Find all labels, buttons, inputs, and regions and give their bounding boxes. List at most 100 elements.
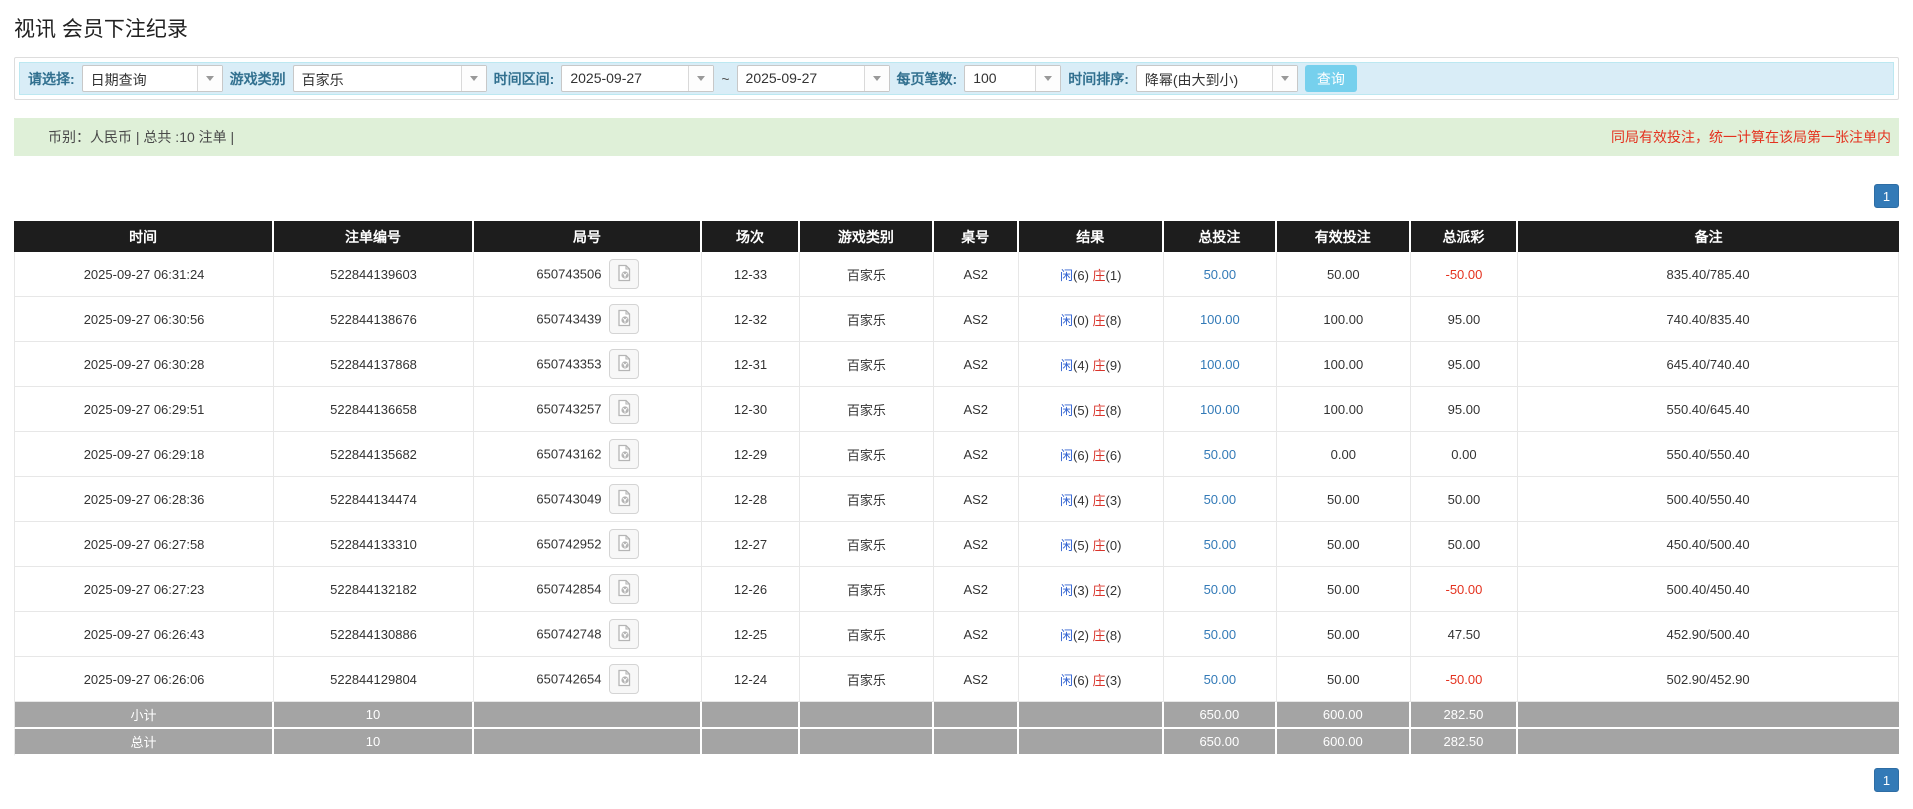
total-bet-link[interactable]: 50.00: [1204, 537, 1237, 552]
video-record-button[interactable]: [609, 349, 639, 379]
total-row-cell: [800, 729, 934, 756]
subtotal-row-payout: 282.50: [1444, 707, 1484, 722]
cell-time-text: 2025-09-27 06:30:28: [84, 357, 205, 372]
total-bet-link[interactable]: 100.00: [1200, 357, 1240, 372]
total-bet-link[interactable]: 50.00: [1204, 492, 1237, 507]
video-record-button[interactable]: [609, 574, 639, 604]
chevron-down-icon[interactable]: [1035, 66, 1060, 91]
video-record-button[interactable]: [609, 304, 639, 334]
video-record-button[interactable]: [609, 529, 639, 559]
total-row-cell: [702, 729, 800, 756]
cell-bet-number-text: 522844134474: [330, 492, 417, 507]
video-record-icon: [615, 354, 633, 375]
round-number-text: 650743257: [536, 402, 601, 417]
cell-game-type: 百家乐: [800, 477, 934, 522]
total-bet-link[interactable]: 50.00: [1204, 627, 1237, 642]
total-bet-link[interactable]: 50.00: [1204, 582, 1237, 597]
chevron-down-icon[interactable]: [864, 66, 889, 91]
cell-game-type-text: 百家乐: [847, 673, 886, 688]
video-record-button[interactable]: [609, 484, 639, 514]
cell-table-number: AS2: [934, 567, 1019, 612]
game-type-combo[interactable]: 百家乐: [293, 65, 487, 92]
table-header: 时间注单编号局号场次游戏类别桌号结果总投注有效投注总派彩备注: [14, 221, 1899, 252]
total-row-cell: 总计: [14, 729, 274, 756]
cell-total-payout: -50.00: [1411, 567, 1518, 612]
cell-valid-bet-text: 50.00: [1327, 672, 1360, 687]
cell-total-payout: 47.50: [1411, 612, 1518, 657]
payout-value: 50.00: [1448, 537, 1481, 552]
subtotal-row-cell: [934, 702, 1019, 729]
total-bet-link[interactable]: 50.00: [1204, 267, 1237, 282]
total-bet-link[interactable]: 50.00: [1204, 447, 1237, 462]
date-from-combo[interactable]: 2025-09-27: [561, 65, 714, 92]
video-record-icon: [615, 534, 633, 555]
cell-note-text: 452.90/500.40: [1667, 627, 1750, 642]
cell-bet-number-text: 522844137868: [330, 357, 417, 372]
search-button[interactable]: 查询: [1305, 65, 1357, 92]
page: 视讯 会员下注纪录 请选择: 日期查询 游戏类别 百家乐 时间区间: 2025-…: [0, 13, 1913, 792]
round-number-text: 650742748: [536, 627, 601, 642]
player-result-label: 闲: [1060, 403, 1073, 418]
chevron-down-icon[interactable]: [688, 66, 713, 91]
video-record-button[interactable]: [609, 619, 639, 649]
cell-result: 闲(3) 庄(2): [1019, 567, 1164, 612]
subtotal-row-cell: [474, 702, 702, 729]
cell-result: 闲(2) 庄(8): [1019, 612, 1164, 657]
cell-note-text: 550.40/645.40: [1667, 402, 1750, 417]
page-size-value: 100: [965, 66, 1035, 91]
banker-result-label: 庄: [1093, 358, 1106, 373]
video-record-button[interactable]: [609, 664, 639, 694]
subtotal-row-total_bet: 650.00: [1199, 707, 1239, 722]
table-row: 2025-09-27 06:27:58522844133310650742952…: [14, 522, 1899, 567]
cell-time: 2025-09-27 06:29:18: [14, 432, 274, 477]
cell-table-number: AS2: [934, 252, 1019, 297]
table-row: 2025-09-27 06:26:43522844130886650742748…: [14, 612, 1899, 657]
total-bet-link[interactable]: 100.00: [1200, 402, 1240, 417]
table-row: 2025-09-27 06:29:51522844136658650743257…: [14, 387, 1899, 432]
select-type-combo[interactable]: 日期查询: [82, 65, 223, 92]
cell-table-number: AS2: [934, 477, 1019, 522]
sort-order-combo[interactable]: 降幂(由大到小): [1136, 65, 1298, 92]
video-record-button[interactable]: [609, 259, 639, 289]
cell-round-number: 650742654: [474, 657, 702, 702]
page-button[interactable]: 1: [1874, 184, 1899, 208]
cell-total-payout: 50.00: [1411, 522, 1518, 567]
same-round-note: 同局有效投注，统一计算在该局第一张注单内: [1611, 127, 1891, 147]
cell-valid-bet: 50.00: [1277, 477, 1411, 522]
player-result-value: (3): [1073, 583, 1089, 598]
cell-game-type-text: 百家乐: [847, 628, 886, 643]
cell-note-text: 740.40/835.40: [1667, 312, 1750, 327]
cell-note: 500.40/550.40: [1518, 477, 1899, 522]
date-to-combo[interactable]: 2025-09-27: [737, 65, 890, 92]
total-bet-link[interactable]: 50.00: [1204, 672, 1237, 687]
banker-result-value: (2): [1106, 583, 1122, 598]
total-row-cell: [934, 729, 1019, 756]
cell-time-text: 2025-09-27 06:27:58: [84, 537, 205, 552]
page-size-combo[interactable]: 100: [964, 65, 1061, 92]
cell-table-number-text: AS2: [963, 582, 988, 597]
payout-value: 0.00: [1451, 447, 1476, 462]
total-row-count: 10: [366, 734, 380, 749]
cell-round-number: 650742952: [474, 522, 702, 567]
header-cell: 有效投注: [1277, 221, 1411, 252]
chevron-down-icon[interactable]: [197, 66, 222, 91]
cell-table-number-text: AS2: [963, 267, 988, 282]
chevron-down-icon[interactable]: [461, 66, 486, 91]
page-button[interactable]: 1: [1874, 768, 1899, 792]
cell-note: 502.90/452.90: [1518, 657, 1899, 702]
cell-bet-number-text: 522844138676: [330, 312, 417, 327]
table-header-row: 时间注单编号局号场次游戏类别桌号结果总投注有效投注总派彩备注: [14, 221, 1899, 252]
total-bet-link[interactable]: 100.00: [1200, 312, 1240, 327]
cell-valid-bet: 100.00: [1277, 297, 1411, 342]
cell-note: 645.40/740.40: [1518, 342, 1899, 387]
subtotal-row-label: 小计: [131, 708, 157, 723]
cell-time: 2025-09-27 06:31:24: [14, 252, 274, 297]
cell-note-text: 450.40/500.40: [1667, 537, 1750, 552]
header-cell: 桌号: [934, 221, 1019, 252]
chevron-down-icon[interactable]: [1272, 66, 1297, 91]
video-record-button[interactable]: [609, 439, 639, 469]
cell-round-number: 650743353: [474, 342, 702, 387]
video-record-button[interactable]: [609, 394, 639, 424]
cell-total-bet: 100.00: [1164, 342, 1277, 387]
banker-result-label: 庄: [1093, 673, 1106, 688]
